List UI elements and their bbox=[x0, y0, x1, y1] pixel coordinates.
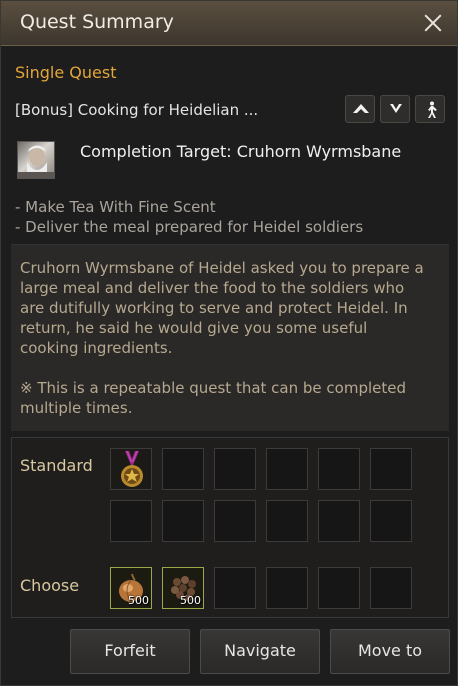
title-bar[interactable]: Quest Summary bbox=[1, 1, 457, 46]
empty-reward-slot bbox=[214, 500, 256, 542]
objective-item: - Deliver the meal prepared for Heidel s… bbox=[15, 218, 364, 236]
empty-reward-slot bbox=[370, 500, 412, 542]
move-to-button[interactable]: Move to bbox=[330, 629, 450, 674]
quest-type-label: Single Quest bbox=[15, 63, 117, 82]
close-icon[interactable] bbox=[421, 11, 445, 35]
empty-reward-slot bbox=[266, 567, 308, 609]
quest-description: Cruhorn Wyrmsbane of Heidel asked you to… bbox=[20, 259, 424, 357]
description-panel: Cruhorn Wyrmsbane of Heidel asked you to… bbox=[11, 244, 449, 431]
npc-portrait bbox=[17, 141, 55, 179]
empty-reward-slot bbox=[318, 567, 360, 609]
forfeit-button[interactable]: Forfeit bbox=[70, 629, 190, 674]
repeatable-note: ※ This is a repeatable quest that can be… bbox=[20, 379, 407, 417]
empty-reward-slot bbox=[162, 448, 204, 490]
navigate-button[interactable]: Navigate bbox=[200, 629, 320, 674]
choose-rewards-label: Choose bbox=[20, 576, 80, 595]
choose-reward-slot[interactable]: 500 bbox=[162, 567, 204, 609]
window-title: Quest Summary bbox=[20, 11, 174, 33]
empty-reward-slot bbox=[214, 567, 256, 609]
chevron-down-icon[interactable] bbox=[380, 95, 410, 123]
objective-item: - Make Tea With Fine Scent bbox=[15, 198, 216, 216]
empty-reward-slot bbox=[266, 500, 308, 542]
standard-rewards-label: Standard bbox=[20, 456, 93, 475]
chevron-up-icon[interactable] bbox=[345, 95, 375, 123]
objective-list: - Make Tea With Fine Scent - Deliver the… bbox=[15, 197, 363, 237]
empty-reward-slot bbox=[162, 500, 204, 542]
empty-reward-slot bbox=[266, 448, 308, 490]
rewards-panel: Standard Choose 500 500 bbox=[11, 437, 449, 618]
quest-summary-window: Quest Summary Single Quest [Bonus] Cooki… bbox=[0, 0, 458, 686]
empty-reward-slot bbox=[110, 500, 152, 542]
medal-icon bbox=[121, 450, 143, 487]
auto-walk-icon[interactable] bbox=[415, 95, 445, 123]
medal-reward-slot[interactable] bbox=[110, 448, 152, 490]
quest-name: [Bonus] Cooking for Heidelian ... bbox=[15, 101, 259, 119]
empty-reward-slot bbox=[318, 448, 360, 490]
choose-reward-slot[interactable]: 500 bbox=[110, 567, 152, 609]
empty-reward-slot bbox=[370, 448, 412, 490]
empty-reward-slot bbox=[318, 500, 360, 542]
empty-reward-slot bbox=[214, 448, 256, 490]
item-quantity: 500 bbox=[128, 594, 149, 607]
item-quantity: 500 bbox=[180, 594, 201, 607]
completion-target: Completion Target: Cruhorn Wyrmsbane bbox=[80, 142, 402, 161]
empty-reward-slot bbox=[370, 567, 412, 609]
